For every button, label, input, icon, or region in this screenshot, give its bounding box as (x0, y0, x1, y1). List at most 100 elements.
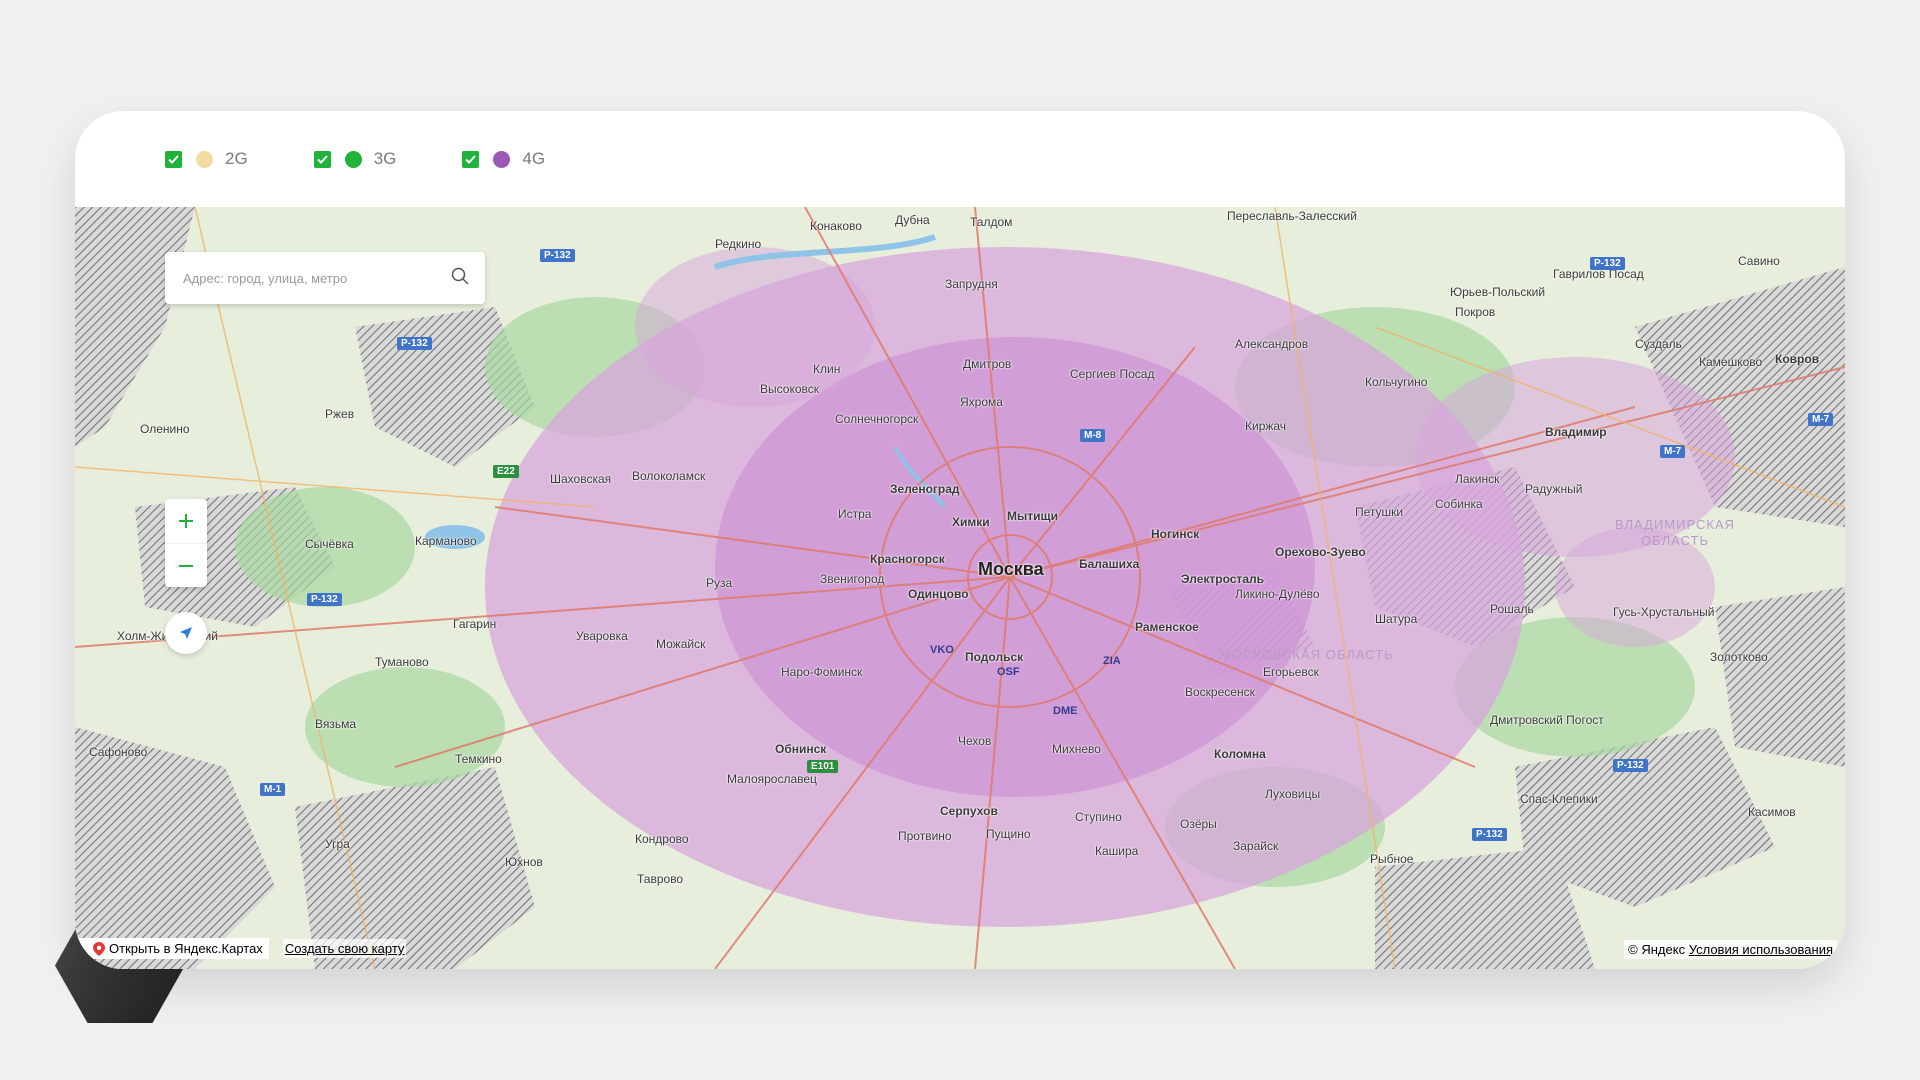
address-search[interactable] (165, 252, 485, 304)
city-label: Чехов (958, 734, 992, 748)
city-label: Собинка (1435, 497, 1483, 511)
plus-icon (179, 514, 193, 528)
minus-icon (179, 565, 193, 567)
city-label: Савино (1738, 254, 1780, 268)
open-in-yandex-maps-link[interactable]: Открыть в Яндекс.Картах (75, 938, 269, 959)
road-label: Р-132 (307, 593, 342, 606)
region-label-vladimir: ВЛАДИМИРСКАЯ ОБЛАСТЬ (1615, 517, 1736, 548)
city-label: Зеленоград (890, 482, 960, 496)
city-label: Раменское (1135, 620, 1199, 634)
road-label: М-1 (260, 783, 286, 796)
city-label: Наро-Фоминск (781, 665, 863, 679)
city-label: Красногорск (870, 552, 945, 566)
checkbox-3g[interactable] (313, 150, 331, 168)
copyright-notice: © Яндекс Условия использования (1624, 940, 1837, 959)
city-label: Таврово (637, 872, 684, 886)
city-label: Обнинск (775, 742, 827, 756)
city-label: Егорьевск (1263, 665, 1319, 679)
city-label: Конаково (810, 219, 862, 233)
city-label: Радужный (1525, 482, 1583, 496)
city-label: Подольск (965, 650, 1024, 664)
city-label: Владимир (1545, 425, 1607, 439)
city-label: Истра (838, 507, 872, 521)
city-label: Руза (706, 576, 733, 590)
city-label: Кондрово (635, 832, 689, 846)
map-footer-links: Открыть в Яндекс.Картах Создать свою кар… (75, 938, 407, 959)
city-label: Лакинск (1455, 472, 1500, 486)
road-label: E101 (807, 760, 839, 773)
road-label: E22 (493, 465, 519, 478)
checkbox-4g[interactable] (462, 150, 480, 168)
create-map-link[interactable]: Создать свою карту (282, 939, 407, 958)
region-label-moscow: МОСКОВСКАЯ ОБЛАСТЬ (1220, 647, 1394, 662)
city-label: Золотково (1710, 650, 1768, 664)
road-label: Р-132 (1613, 759, 1648, 772)
city-label: Ногинск (1151, 527, 1200, 541)
geolocation-button[interactable] (165, 612, 207, 654)
dot-4g (493, 150, 511, 168)
road-label: М-8 (1080, 429, 1106, 442)
search-input[interactable] (181, 269, 451, 287)
city-label: Шаховская (550, 472, 612, 486)
legend-label-4g: 4G (522, 149, 546, 168)
search-icon[interactable] (451, 267, 469, 290)
dot-3g (344, 150, 362, 168)
city-label: Юхнов (505, 855, 543, 869)
copyright-text: © Яндекс (1628, 942, 1686, 957)
coverage-map[interactable]: МОСКОВСКАЯ ОБЛАСТЬ ВЛАДИМИРСКАЯ ОБЛАСТЬ … (75, 207, 1845, 969)
city-label: Балашиха (1079, 557, 1140, 571)
city-label: Редкино (715, 237, 762, 251)
city-label-moscow: Москва (978, 559, 1044, 579)
city-label: Солнечногорск (835, 412, 919, 426)
city-label: Электросталь (1181, 572, 1264, 586)
city-label: Гусь-Хрустальный (1613, 605, 1715, 619)
city-label: Ковров (1775, 352, 1820, 366)
city-label: Покров (1455, 305, 1496, 319)
city-label: Ступино (1075, 810, 1122, 824)
city-label: Кармановo (415, 534, 477, 548)
airport-label-zia: ZIA (1103, 655, 1121, 667)
city-label: Петушки (1355, 505, 1404, 519)
city-label: Орехово-Зуево (1275, 545, 1366, 559)
road-label: Р-132 (1472, 828, 1507, 841)
city-label: Спас-Клепики (1520, 792, 1598, 806)
dot-2g (196, 150, 213, 168)
city-label: Гагарин (453, 617, 497, 631)
city-label: Юрьев-Польский (1450, 285, 1546, 299)
city-label: Волоколамск (632, 469, 706, 483)
city-label: Вязьма (315, 717, 357, 731)
city-label: Киржач (1245, 419, 1287, 433)
city-label: Высоковск (760, 382, 819, 396)
map-pin-icon (93, 941, 105, 956)
city-label: Озёры (1180, 817, 1217, 831)
road-label: Р-132 (540, 249, 575, 262)
checkbox-2g[interactable] (165, 150, 182, 168)
city-label: Малоярославец (727, 772, 817, 786)
city-label: Мытищи (1007, 509, 1058, 523)
city-label: Луховицы (1265, 787, 1321, 801)
legend-label-3g: 3G (373, 149, 397, 168)
legend-item-3g[interactable]: 3G (313, 149, 397, 169)
city-label: Можайск (656, 637, 706, 651)
zoom-in-button[interactable] (165, 499, 207, 543)
city-label: Протвино (898, 829, 952, 843)
zoom-out-button[interactable] (165, 543, 207, 588)
open-in-yandex-maps-label: Открыть в Яндекс.Картах (109, 941, 263, 956)
road-label: Р-132 (1590, 257, 1625, 270)
city-label: Серпухов (940, 804, 998, 818)
city-label: Оленино (140, 422, 190, 436)
city-label: Клин (813, 362, 841, 376)
terms-of-use-link[interactable]: Условия использования (1689, 942, 1833, 957)
city-label: Дубна (895, 213, 930, 227)
city-label: Коломна (1214, 747, 1266, 761)
city-label: Сергиев Посад (1070, 367, 1155, 381)
legend-item-2g[interactable]: 2G (165, 149, 248, 169)
city-label: Туманово (375, 655, 429, 669)
legend-label-2g: 2G (225, 149, 248, 168)
city-label: Рошаль (1490, 602, 1534, 616)
legend-item-4g[interactable]: 4G (462, 149, 545, 169)
road-label: М-7 (1808, 413, 1834, 426)
city-label: Талдом (970, 215, 1013, 229)
city-label: Угра (325, 837, 350, 851)
city-label: Рыбное (1370, 852, 1414, 866)
